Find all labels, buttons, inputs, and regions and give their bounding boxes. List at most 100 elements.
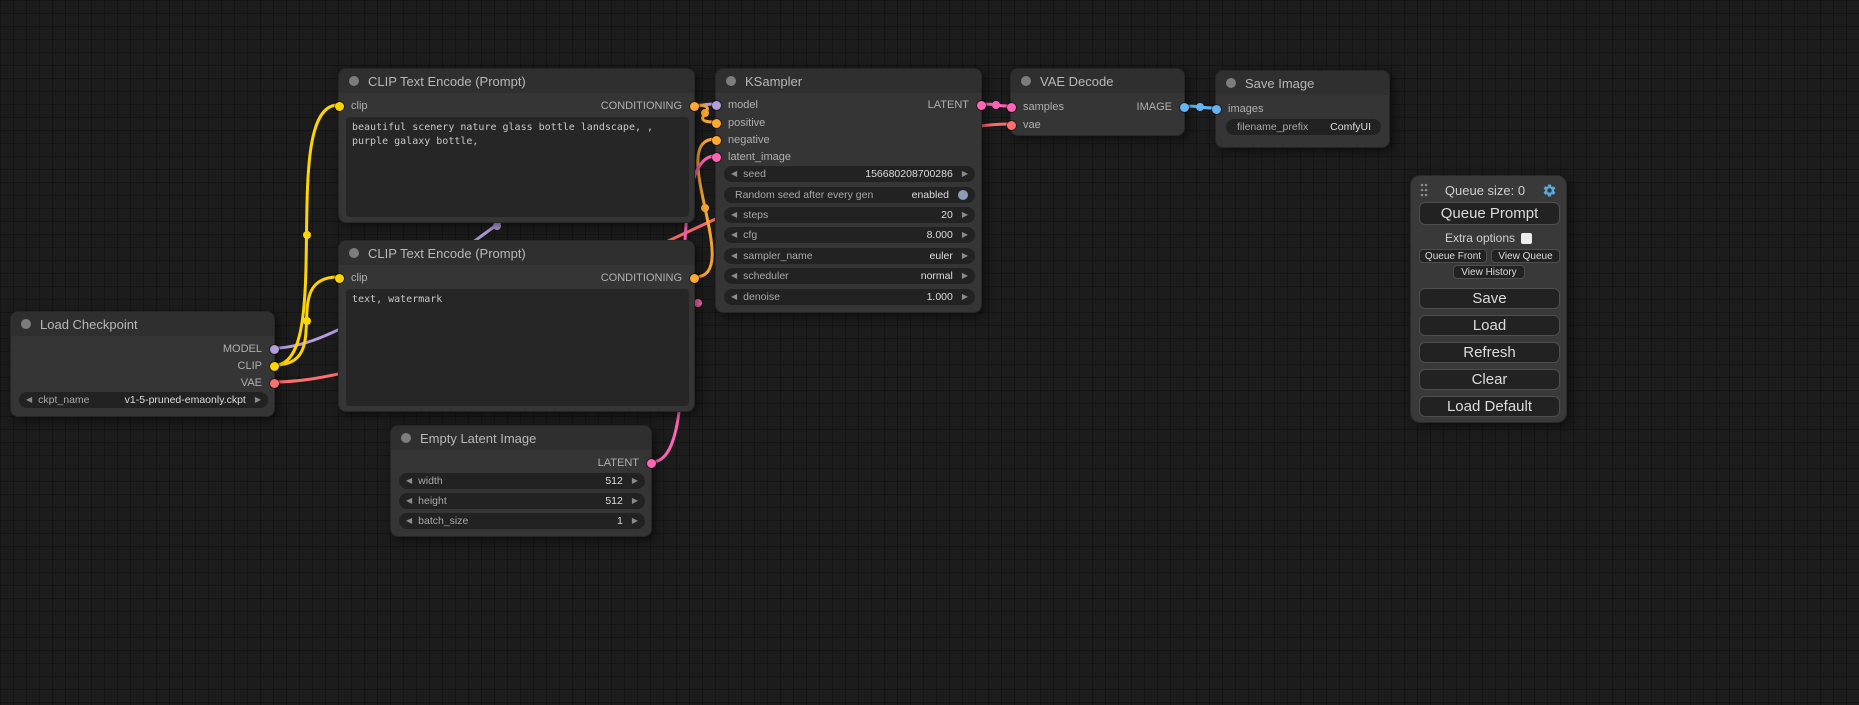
widget-value: 20 (774, 209, 956, 221)
input-socket-positive[interactable] (712, 119, 721, 128)
input-socket-vae[interactable] (1007, 121, 1016, 130)
widget-batch-size[interactable]: ◀ batch_size 1 ▶ (399, 513, 645, 529)
decrement-arrow-icon[interactable]: ◀ (26, 396, 32, 404)
collapse-dot-icon[interactable] (1226, 78, 1236, 88)
node-title: Empty Latent Image (420, 431, 536, 446)
node-titlebar[interactable]: CLIP Text Encode (Prompt) (339, 241, 694, 265)
node-titlebar[interactable]: KSampler (716, 69, 981, 93)
node-clip-text-encode-negative[interactable]: CLIP Text Encode (Prompt) clip CONDITION… (338, 240, 695, 412)
node-save-image[interactable]: Save Image images filename_prefix ComfyU… (1215, 70, 1390, 148)
output-socket-clip[interactable] (270, 362, 279, 371)
input-socket-clip[interactable] (335, 102, 344, 111)
widget-value: 156680208700286 (772, 168, 956, 180)
widget-value: 8.000 (763, 229, 956, 241)
widget-label: batch_size (418, 515, 468, 527)
input-row-negative: negative (716, 132, 981, 148)
settings-gear-icon[interactable] (1542, 183, 1557, 198)
wire-dot-model (493, 222, 501, 230)
collapse-dot-icon[interactable] (349, 248, 359, 258)
output-socket-latent[interactable] (647, 459, 656, 468)
decrement-arrow-icon[interactable]: ◀ (406, 517, 412, 525)
increment-arrow-icon[interactable]: ▶ (632, 477, 638, 485)
output-socket-vae[interactable] (270, 379, 279, 388)
input-socket-images[interactable] (1212, 105, 1221, 114)
decrement-arrow-icon[interactable]: ◀ (731, 272, 737, 280)
toggle-knob-icon[interactable] (958, 190, 968, 200)
output-socket-conditioning[interactable] (690, 274, 699, 283)
collapse-dot-icon[interactable] (726, 76, 736, 86)
collapse-dot-icon[interactable] (1021, 76, 1031, 86)
widget-height[interactable]: ◀ height 512 ▶ (399, 493, 645, 509)
output-socket-image[interactable] (1180, 103, 1189, 112)
node-titlebar[interactable]: Save Image (1216, 71, 1389, 95)
collapse-dot-icon[interactable] (349, 76, 359, 86)
increment-arrow-icon[interactable]: ▶ (962, 211, 968, 219)
increment-arrow-icon[interactable]: ▶ (255, 396, 261, 404)
queue-front-button[interactable]: Queue Front (1419, 249, 1487, 263)
widget-denoise[interactable]: ◀ denoise 1.000 ▶ (724, 289, 975, 305)
widget-ckpt-name[interactable]: ◀ ckpt_name v1-5-pruned-emaonly.ckpt ▶ (19, 392, 268, 408)
increment-arrow-icon[interactable]: ▶ (962, 231, 968, 239)
node-empty-latent-image[interactable]: Empty Latent Image LATENT ◀ width 512 ▶ … (390, 425, 652, 537)
queue-prompt-button[interactable]: Queue Prompt (1419, 202, 1560, 225)
view-queue-button[interactable]: View Queue (1491, 249, 1560, 263)
prompt-textarea[interactable]: text, watermark (346, 289, 689, 406)
widget-steps[interactable]: ◀ steps 20 ▶ (724, 207, 975, 223)
input-socket-negative[interactable] (712, 136, 721, 145)
decrement-arrow-icon[interactable]: ◀ (731, 170, 737, 178)
increment-arrow-icon[interactable]: ▶ (962, 272, 968, 280)
graph-canvas[interactable]: { "colors": { "model": "#B39DDB", "clip"… (0, 0, 1859, 705)
decrement-arrow-icon[interactable]: ◀ (731, 293, 737, 301)
slot-row: model LATENT (716, 97, 981, 113)
decrement-arrow-icon[interactable]: ◀ (406, 497, 412, 505)
refresh-button[interactable]: Refresh (1419, 342, 1560, 363)
node-vae-decode[interactable]: VAE Decode samples IMAGE vae (1010, 68, 1185, 136)
widget-cfg[interactable]: ◀ cfg 8.000 ▶ (724, 227, 975, 243)
increment-arrow-icon[interactable]: ▶ (632, 497, 638, 505)
prompt-textarea[interactable]: beautiful scenery nature glass bottle la… (346, 117, 689, 217)
input-socket-model[interactable] (712, 101, 721, 110)
increment-arrow-icon[interactable]: ▶ (962, 293, 968, 301)
extra-options-checkbox[interactable] (1521, 233, 1532, 244)
decrement-arrow-icon[interactable]: ◀ (731, 252, 737, 260)
node-titlebar[interactable]: Load Checkpoint (11, 312, 274, 336)
clear-button[interactable]: Clear (1419, 369, 1560, 390)
output-socket-model[interactable] (270, 345, 279, 354)
extra-options-label: Extra options (1445, 231, 1515, 245)
widget-width[interactable]: ◀ width 512 ▶ (399, 473, 645, 489)
load-button[interactable]: Load (1419, 315, 1560, 336)
collapse-dot-icon[interactable] (21, 319, 31, 329)
output-socket-latent[interactable] (977, 101, 986, 110)
increment-arrow-icon[interactable]: ▶ (632, 517, 638, 525)
widget-filename-prefix[interactable]: filename_prefix ComfyUI (1226, 119, 1381, 135)
input-row-positive: positive (716, 115, 981, 131)
input-socket-samples[interactable] (1007, 103, 1016, 112)
decrement-arrow-icon[interactable]: ◀ (731, 231, 737, 239)
node-titlebar[interactable]: CLIP Text Encode (Prompt) (339, 69, 694, 93)
drag-handle-icon[interactable] (1420, 183, 1428, 197)
node-titlebar[interactable]: Empty Latent Image (391, 426, 651, 450)
node-clip-text-encode-positive[interactable]: CLIP Text Encode (Prompt) clip CONDITION… (338, 68, 695, 223)
wire-dot-conditioning-positive (701, 109, 709, 117)
widget-scheduler[interactable]: ◀ scheduler normal ▶ (724, 268, 975, 284)
widget-sampler-name[interactable]: ◀ sampler_name euler ▶ (724, 248, 975, 264)
increment-arrow-icon[interactable]: ▶ (962, 170, 968, 178)
widget-control-after-generate[interactable]: Random seed after every gen enabled (724, 187, 975, 203)
view-history-button[interactable]: View History (1453, 265, 1525, 279)
decrement-arrow-icon[interactable]: ◀ (406, 477, 412, 485)
increment-arrow-icon[interactable]: ▶ (962, 252, 968, 260)
save-button[interactable]: Save (1419, 288, 1560, 309)
menu-panel: Queue size: 0 Queue Prompt Extra options… (1410, 175, 1567, 423)
output-socket-conditioning[interactable] (690, 102, 699, 111)
widget-seed[interactable]: ◀ seed 156680208700286 ▶ (724, 166, 975, 182)
input-label-clip: clip (351, 100, 368, 112)
decrement-arrow-icon[interactable]: ◀ (731, 211, 737, 219)
input-socket-latent-image[interactable] (712, 153, 721, 162)
node-load-checkpoint[interactable]: Load Checkpoint MODEL CLIP VAE ◀ ckpt_na… (10, 311, 275, 417)
collapse-dot-icon[interactable] (401, 433, 411, 443)
widget-label: cfg (743, 229, 757, 241)
load-default-button[interactable]: Load Default (1419, 396, 1560, 417)
node-ksampler[interactable]: KSampler model LATENT positive negative … (715, 68, 982, 313)
node-titlebar[interactable]: VAE Decode (1011, 69, 1184, 93)
input-socket-clip[interactable] (335, 274, 344, 283)
